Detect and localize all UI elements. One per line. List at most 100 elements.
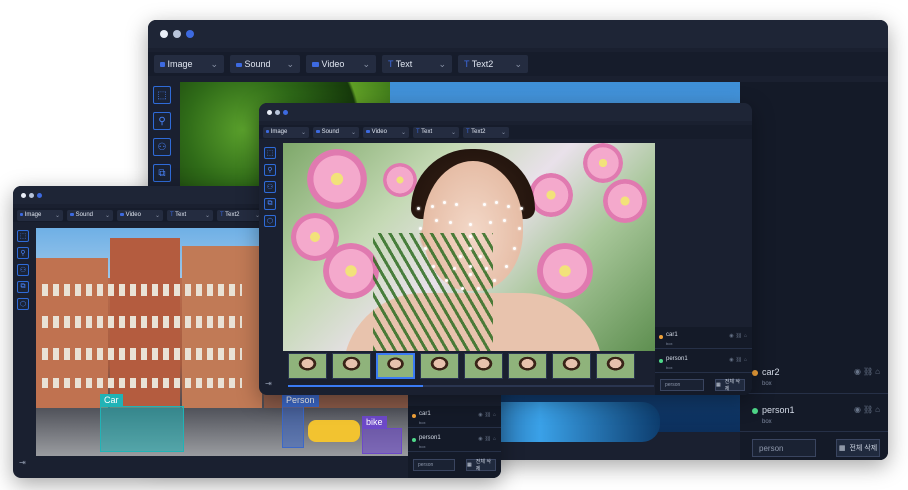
close-icon[interactable] bbox=[21, 192, 26, 198]
face-landmark-image[interactable] bbox=[283, 143, 655, 351]
sound-menu[interactable]: Sound ⌄ bbox=[67, 209, 113, 221]
car-bounding-box[interactable] bbox=[100, 406, 184, 452]
zoom-tool-icon[interactable]: ⚲ bbox=[153, 112, 171, 130]
polygon-tool-icon[interactable]: ⬡ bbox=[17, 298, 29, 310]
video-frame-thumbnail[interactable] bbox=[332, 353, 371, 379]
landmark-point[interactable] bbox=[449, 221, 452, 224]
delete-all-button[interactable]: ▦ 전체 삭제 bbox=[836, 439, 880, 457]
person-tool-icon[interactable]: ⚇ bbox=[17, 264, 29, 276]
landmark-point[interactable] bbox=[495, 201, 498, 204]
annotation-item-person1[interactable]: person1 box ◉⛓⌂ bbox=[740, 394, 888, 432]
image-menu[interactable]: Image ⌄ bbox=[154, 55, 224, 73]
landmark-point[interactable] bbox=[507, 205, 510, 208]
annotation-item-car1[interactable]: car1 box ◉⛓⌂ bbox=[408, 406, 501, 428]
text2-menu[interactable]: T Text2 ⌄ bbox=[217, 209, 263, 221]
text-menu[interactable]: T Text ⌄ bbox=[167, 209, 213, 221]
annotation-actions[interactable]: ◉⛓⌂ bbox=[854, 367, 882, 376]
annotation-actions[interactable]: ◉⛓⌂ bbox=[478, 412, 498, 418]
delete-all-button[interactable]: ▦ 전체 삭제 bbox=[715, 379, 745, 392]
video-progress-bar[interactable] bbox=[288, 385, 654, 387]
person-bounding-box[interactable] bbox=[282, 406, 304, 448]
landmark-point[interactable] bbox=[479, 255, 482, 258]
sound-menu[interactable]: Sound ⌄ bbox=[230, 55, 300, 73]
close-icon[interactable] bbox=[160, 30, 168, 38]
bbox-tool-icon[interactable]: ⬚ bbox=[17, 230, 29, 242]
text-menu[interactable]: T Text ⌄ bbox=[382, 55, 452, 73]
landmark-point[interactable] bbox=[505, 265, 508, 268]
annotation-item-person1[interactable]: person1 box ◉⛓⌂ bbox=[408, 430, 501, 452]
annotation-actions[interactable]: ◉⛓⌂ bbox=[729, 357, 749, 363]
annotation-actions[interactable]: ◉⛓⌂ bbox=[729, 333, 749, 339]
video-frame-thumbnail[interactable] bbox=[464, 353, 503, 379]
polygon-tool-icon[interactable]: ⬡ bbox=[264, 215, 276, 227]
landmark-point[interactable] bbox=[461, 287, 464, 290]
maximize-icon[interactable] bbox=[283, 109, 288, 115]
bike-bounding-box[interactable] bbox=[362, 428, 402, 454]
maximize-icon[interactable] bbox=[37, 192, 42, 198]
person-tool-icon[interactable]: ⚇ bbox=[153, 138, 171, 156]
landmark-point[interactable] bbox=[445, 279, 448, 282]
video-menu[interactable]: Video ⌄ bbox=[363, 126, 409, 138]
annotation-actions[interactable]: ◉⛓⌂ bbox=[854, 405, 882, 414]
annotation-item-car2[interactable]: car2 box ◉⛓⌂ bbox=[740, 356, 888, 394]
annotation-item-person1[interactable]: person1 box ◉⛓⌂ bbox=[655, 351, 752, 373]
person-tool-icon[interactable]: ⚇ bbox=[264, 181, 276, 193]
landmark-point[interactable] bbox=[518, 227, 521, 230]
text2-menu[interactable]: T Text2 ⌄ bbox=[463, 126, 509, 138]
landmark-point[interactable] bbox=[459, 255, 462, 258]
minimize-icon[interactable] bbox=[173, 30, 181, 38]
landmark-point[interactable] bbox=[485, 267, 488, 270]
video-frame-thumbnail[interactable] bbox=[508, 353, 547, 379]
landmark-point[interactable] bbox=[489, 221, 492, 224]
image-menu[interactable]: Image ⌄ bbox=[263, 126, 309, 138]
exit-icon[interactable]: ⇥ bbox=[19, 458, 26, 467]
landmark-point[interactable] bbox=[443, 201, 446, 204]
video-frame-thumbnail[interactable] bbox=[288, 353, 327, 379]
video-frame-thumbnail[interactable] bbox=[596, 353, 635, 379]
class-search-input[interactable]: person bbox=[413, 459, 455, 471]
landmark-point[interactable] bbox=[483, 203, 486, 206]
annotation-actions[interactable]: ◉⛓⌂ bbox=[478, 436, 498, 442]
landmark-point[interactable] bbox=[469, 235, 472, 238]
image-menu[interactable]: Image ⌄ bbox=[17, 209, 63, 221]
copy-tool-icon[interactable]: ⧉ bbox=[17, 281, 29, 293]
bbox-tool-icon[interactable]: ⬚ bbox=[264, 147, 276, 159]
landmark-point[interactable] bbox=[435, 219, 438, 222]
landmark-point[interactable] bbox=[432, 265, 435, 268]
landmark-point[interactable] bbox=[431, 205, 434, 208]
delete-all-button[interactable]: ▦ 전체 삭제 bbox=[466, 459, 496, 472]
landmark-point[interactable] bbox=[453, 267, 456, 270]
copy-tool-icon[interactable]: ⧉ bbox=[264, 198, 276, 210]
video-frame-thumbnail[interactable] bbox=[552, 353, 591, 379]
zoom-tool-icon[interactable]: ⚲ bbox=[264, 164, 276, 176]
sound-menu[interactable]: Sound ⌄ bbox=[313, 126, 359, 138]
maximize-icon[interactable] bbox=[186, 30, 194, 38]
landmark-point[interactable] bbox=[469, 223, 472, 226]
annotation-item-car1[interactable]: car1 box ◉⛓⌂ bbox=[655, 327, 752, 349]
close-icon[interactable] bbox=[267, 109, 272, 115]
video-frame-thumbnail-selected[interactable] bbox=[376, 353, 415, 379]
landmark-point[interactable] bbox=[513, 247, 516, 250]
class-search-input[interactable]: person bbox=[660, 379, 704, 391]
landmark-point[interactable] bbox=[520, 207, 523, 210]
text-menu[interactable]: T Text ⌄ bbox=[413, 126, 459, 138]
exit-icon[interactable]: ⇥ bbox=[265, 379, 272, 388]
video-menu[interactable]: Video ⌄ bbox=[306, 55, 376, 73]
landmark-point[interactable] bbox=[477, 287, 480, 290]
landmark-point[interactable] bbox=[469, 265, 472, 268]
landmark-point[interactable] bbox=[469, 273, 472, 276]
text2-menu[interactable]: T Text2 ⌄ bbox=[458, 55, 528, 73]
landmark-point[interactable] bbox=[419, 227, 422, 230]
minimize-icon[interactable] bbox=[275, 109, 280, 115]
landmark-point[interactable] bbox=[493, 279, 496, 282]
video-frame-thumbnail[interactable] bbox=[420, 353, 459, 379]
zoom-tool-icon[interactable]: ⚲ bbox=[17, 247, 29, 259]
landmark-point[interactable] bbox=[503, 219, 506, 222]
landmark-point[interactable] bbox=[417, 207, 420, 210]
landmark-point[interactable] bbox=[424, 247, 427, 250]
minimize-icon[interactable] bbox=[29, 192, 34, 198]
class-search-input[interactable]: person bbox=[752, 439, 816, 457]
landmark-point[interactable] bbox=[469, 247, 472, 250]
bbox-tool-icon[interactable]: ⬚ bbox=[153, 86, 171, 104]
landmark-point[interactable] bbox=[455, 203, 458, 206]
